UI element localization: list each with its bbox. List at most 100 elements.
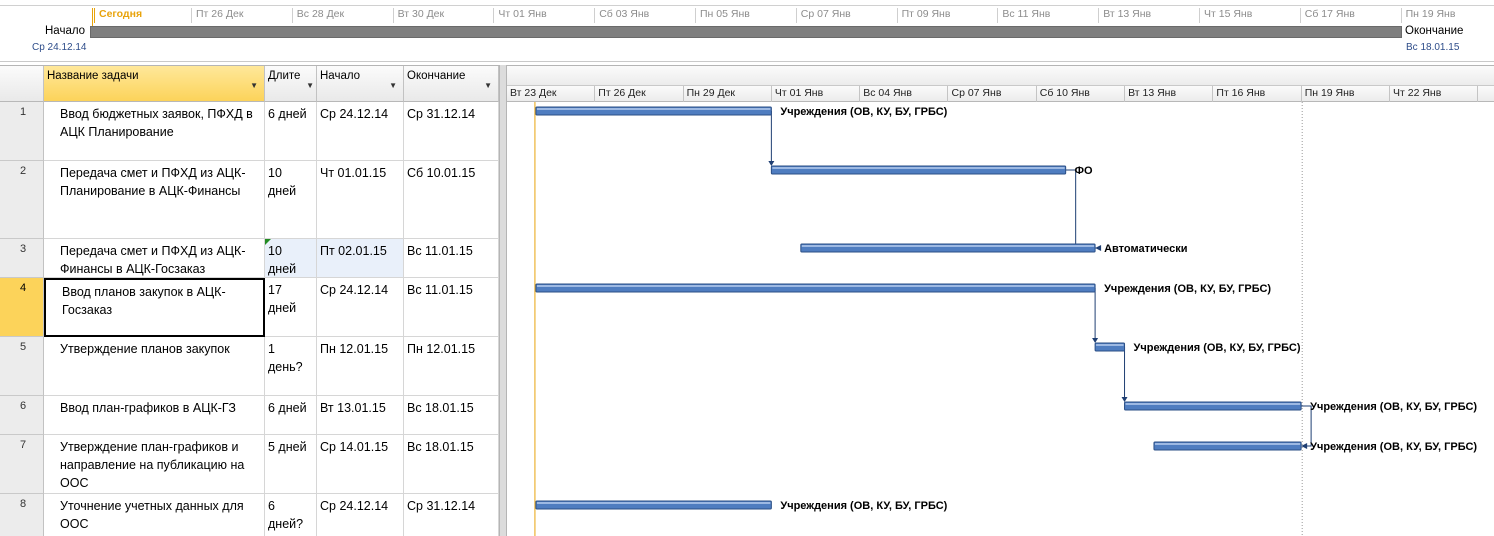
task-bar-highlight[interactable] bbox=[1154, 443, 1301, 445]
timeline-tick: Пн 05 Янв bbox=[695, 8, 750, 23]
timeline-tick: Вс 11 Янв bbox=[997, 8, 1050, 23]
task-duration-cell[interactable]: 6 дней bbox=[265, 396, 317, 435]
task-duration-cell[interactable]: 17 дней bbox=[265, 278, 317, 337]
task-duration-cell[interactable]: 1 день? bbox=[265, 337, 317, 396]
column-header-duration[interactable]: Длите ▼ bbox=[265, 66, 317, 102]
row-number[interactable]: 1 bbox=[0, 102, 44, 161]
task-finish-cell[interactable]: Пн 12.01.15 bbox=[404, 337, 499, 396]
task-finish-cell[interactable]: Вс 11.01.15 bbox=[404, 239, 499, 278]
task-start-cell[interactable]: Вт 13.01.15 bbox=[317, 396, 404, 435]
timeline-border bbox=[0, 5, 1494, 6]
task-name-cell[interactable]: Ввод бюджетных заявок, ПФХД в АЦК Планир… bbox=[44, 102, 265, 161]
task-finish-cell[interactable]: Сб 10.01.15 bbox=[404, 161, 499, 239]
task-name-cell[interactable]: Ввод план-графиков в АЦК-ГЗ bbox=[44, 396, 265, 435]
column-header-finish[interactable]: Окончание ▼ bbox=[404, 66, 499, 102]
task-bar-highlight[interactable] bbox=[801, 245, 1095, 247]
timeline-tick: Пн 19 Янв bbox=[1400, 8, 1455, 23]
task-bar-highlight[interactable] bbox=[1096, 344, 1124, 346]
row-number[interactable]: 6 bbox=[0, 396, 44, 435]
column-header-start-label: Начало bbox=[320, 70, 361, 82]
gantt-chart[interactable]: Вт 23 Дек Пт 26 Дек Пн 29 Дек Чт 01 Янв Вс 0… bbox=[507, 65, 1494, 536]
task-name-cell[interactable]: Передача смет и ПФХД из АЦК-Финансы в АЦ… bbox=[44, 239, 265, 278]
task-name-text: Утверждение план-графиков и направление … bbox=[60, 440, 245, 490]
column-header-name-label: Название задачи bbox=[47, 70, 139, 82]
row-number[interactable]: 5 bbox=[0, 337, 44, 396]
timeline-view[interactable]: Сегодня Пт 26 Дек Вс 28 Дек Вт 30 Дек Чт 01… bbox=[0, 0, 1494, 62]
task-sheet[interactable]: Название задачи ▼ Длите ▼ Начало ▼ Оконч… bbox=[0, 65, 499, 536]
column-filter-dropdown-icon[interactable]: ▼ bbox=[484, 81, 492, 90]
task-duration-cell[interactable]: 5 дней bbox=[265, 435, 317, 494]
task-bar-label[interactable]: Учреждения (ОВ, КУ, БУ, ГРБС) bbox=[1310, 401, 1477, 413]
task-bar-label[interactable]: Учреждения (ОВ, КУ, БУ, ГРБС) bbox=[780, 106, 947, 118]
timeline-bar[interactable] bbox=[90, 26, 1402, 38]
timeline-start-date: Ср 24.12.14 bbox=[32, 42, 87, 53]
dependency-arrow bbox=[1095, 245, 1102, 251]
task-bar-highlight[interactable] bbox=[536, 285, 1095, 287]
task-start-cell[interactable]: Ср 24.12.14 bbox=[317, 278, 404, 337]
select-all-corner[interactable] bbox=[0, 66, 44, 102]
task-start-cell[interactable]: Пт 02.01.15 bbox=[317, 239, 404, 278]
task-start-text: Чт 01.01.15 bbox=[320, 166, 387, 180]
task-name-cell[interactable]: Утверждение план-графиков и направление … bbox=[44, 435, 265, 494]
task-duration-text: 1 день? bbox=[268, 342, 303, 374]
task-start-cell[interactable]: Ср 14.01.15 bbox=[317, 435, 404, 494]
task-bar-label[interactable]: Учреждения (ОВ, КУ, БУ, ГРБС) bbox=[780, 500, 947, 512]
task-finish-text: Ср 31.12.14 bbox=[407, 107, 476, 121]
task-bar-label[interactable]: Учреждения (ОВ, КУ, БУ, ГРБС) bbox=[1104, 283, 1271, 295]
gantt-canvas[interactable]: Учреждения (ОВ, КУ, БУ, ГРБС) ФО Автоматич… bbox=[507, 66, 1494, 536]
task-name-cell[interactable]: Передача смет и ПФХД из АЦК-Планирование… bbox=[44, 161, 265, 239]
row-number[interactable]: 8 bbox=[0, 494, 44, 536]
task-finish-cell[interactable]: Вс 11.01.15 bbox=[404, 278, 499, 337]
row-number[interactable]: 3 bbox=[0, 239, 44, 278]
column-header-name[interactable]: Название задачи ▼ bbox=[44, 66, 265, 102]
task-bar-highlight[interactable] bbox=[536, 108, 771, 110]
column-filter-dropdown-icon[interactable]: ▼ bbox=[250, 81, 258, 90]
task-name-cell[interactable]: Утверждение планов закупок bbox=[44, 337, 265, 396]
task-finish-cell[interactable]: Ср 31.12.14 bbox=[404, 494, 499, 536]
task-finish-text: Вс 18.01.15 bbox=[407, 401, 474, 415]
task-start-text: Ср 14.01.15 bbox=[320, 440, 389, 454]
task-bar-label[interactable]: ФО bbox=[1075, 165, 1093, 177]
task-finish-cell[interactable]: Вс 18.01.15 bbox=[404, 396, 499, 435]
task-duration-cell[interactable]: 10 дней bbox=[265, 239, 317, 278]
column-filter-dropdown-icon[interactable]: ▼ bbox=[389, 81, 397, 90]
column-filter-dropdown-icon[interactable]: ▼ bbox=[306, 81, 314, 90]
task-start-text: Ср 24.12.14 bbox=[320, 499, 389, 513]
task-finish-text: Ср 31.12.14 bbox=[407, 499, 476, 513]
task-start-cell[interactable]: Пн 12.01.15 bbox=[317, 337, 404, 396]
task-finish-text: Вс 18.01.15 bbox=[407, 440, 474, 454]
task-duration-cell[interactable]: 6 дней? bbox=[265, 494, 317, 536]
task-finish-text: Вс 11.01.15 bbox=[407, 244, 473, 258]
task-name-cell[interactable]: Уточнение учетных данных для ООС bbox=[44, 494, 265, 536]
task-finish-text: Вс 11.01.15 bbox=[407, 283, 473, 297]
row-number[interactable]: 7 bbox=[0, 435, 44, 494]
task-bar-label[interactable]: Учреждения (ОВ, КУ, БУ, ГРБС) bbox=[1310, 441, 1477, 453]
pane-splitter[interactable] bbox=[499, 65, 507, 536]
task-start-cell[interactable]: Ср 24.12.14 bbox=[317, 494, 404, 536]
task-duration-text: 6 дней bbox=[268, 401, 307, 415]
task-start-cell[interactable]: Чт 01.01.15 bbox=[317, 161, 404, 239]
row-number[interactable]: 4 bbox=[0, 278, 44, 337]
task-finish-text: Пн 12.01.15 bbox=[407, 342, 476, 356]
task-duration-text: 10 дней bbox=[268, 166, 297, 198]
task-bar-highlight[interactable] bbox=[772, 167, 1065, 169]
task-start-cell[interactable]: Ср 24.12.14 bbox=[317, 102, 404, 161]
task-start-text: Пт 02.01.15 bbox=[320, 244, 387, 258]
task-finish-cell[interactable]: Вс 18.01.15 bbox=[404, 435, 499, 494]
task-duration-cell[interactable]: 6 дней bbox=[265, 102, 317, 161]
task-name-text: Ввод бюджетных заявок, ПФХД в АЦК Планир… bbox=[60, 107, 253, 139]
column-header-start[interactable]: Начало ▼ bbox=[317, 66, 404, 102]
task-duration-cell[interactable]: 10 дней bbox=[265, 161, 317, 239]
task-bar-highlight[interactable] bbox=[536, 502, 771, 504]
timeline-end-label: Окончание bbox=[1405, 25, 1464, 37]
task-finish-cell[interactable]: Ср 31.12.14 bbox=[404, 102, 499, 161]
dependency-arrow bbox=[1121, 397, 1128, 402]
row-number[interactable]: 2 bbox=[0, 161, 44, 239]
task-bar-label[interactable]: Учреждения (ОВ, КУ, БУ, ГРБС) bbox=[1134, 342, 1301, 354]
indicator-flag-icon bbox=[265, 239, 271, 245]
task-bar-highlight[interactable] bbox=[1125, 403, 1301, 405]
task-name-cell[interactable]: Ввод планов закупок в АЦК-Госзаказ bbox=[44, 278, 265, 337]
timeline-tick: Вт 13 Янв bbox=[1098, 8, 1151, 23]
dependency-arrow bbox=[1301, 443, 1308, 449]
task-bar-label[interactable]: Автоматически bbox=[1104, 243, 1187, 255]
